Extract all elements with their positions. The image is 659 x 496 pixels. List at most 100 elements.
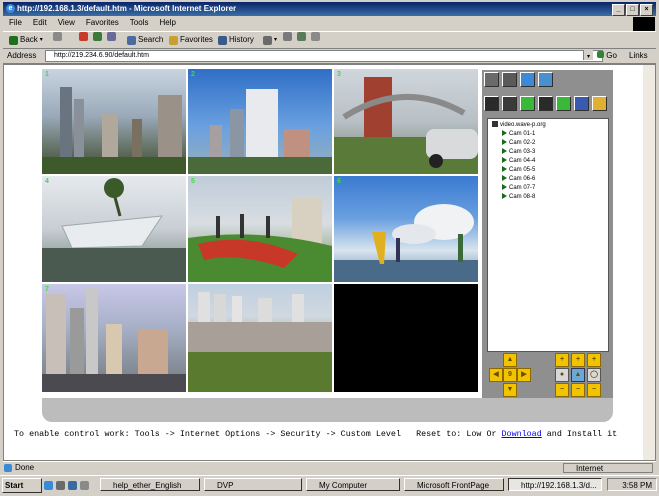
ptz-center-button[interactable]: 9	[503, 368, 517, 382]
status-bar: Done Internet	[3, 461, 656, 474]
title-bar: e http://192.168.1.3/default.htm - Micro…	[3, 2, 656, 16]
menu-help[interactable]: Help	[159, 17, 175, 29]
tree-root-label: video.wave-p.org	[500, 122, 546, 128]
tree-item-cam-5[interactable]: Cam 05-5	[502, 166, 535, 174]
edit-button[interactable]	[297, 32, 306, 41]
camera-play-icon	[502, 193, 507, 200]
start-button[interactable]: Start	[2, 478, 42, 493]
camera-number-3: 3	[337, 71, 341, 78]
mail-button[interactable]: ▾	[263, 32, 277, 48]
pan-right-button[interactable]: ▶	[517, 368, 531, 382]
pan-left-button[interactable]: ◀	[489, 368, 503, 382]
favorites-icon	[169, 35, 178, 45]
address-input[interactable]: http://219.234.6.90/default.htm	[45, 50, 603, 62]
tree-item-label: Cam 07-7	[509, 185, 536, 191]
vertical-scrollbar[interactable]	[643, 65, 655, 460]
back-button[interactable]: Back ▾	[9, 32, 43, 48]
home-view-icon[interactable]	[538, 72, 553, 87]
camera-image-4	[42, 178, 186, 282]
task-frontpage[interactable]: Microsoft FrontPage	[404, 478, 504, 491]
iris-close-button[interactable]: −	[587, 383, 601, 397]
camera-tile-7[interactable]: 7	[42, 284, 186, 392]
tree-item-cam-7[interactable]: Cam 07-7	[502, 184, 535, 192]
search-label: Search	[138, 35, 164, 44]
toolbar: Back ▾ Search Favorites History ▾	[3, 31, 656, 49]
camera-play-icon	[502, 130, 507, 137]
view-single-icon[interactable]	[484, 96, 499, 111]
print-icon	[283, 32, 292, 41]
browser-window: e http://192.168.1.3/default.htm - Micro…	[0, 0, 659, 496]
menu-edit[interactable]: Edit	[33, 17, 47, 29]
camera-tile-5[interactable]: 5	[188, 176, 332, 282]
tree-item-cam-3[interactable]: Cam 03-3	[502, 148, 535, 156]
camera-play-icon	[502, 175, 507, 182]
home-button[interactable]	[107, 32, 116, 41]
go-button[interactable]: Go	[597, 48, 617, 63]
forward-button[interactable]	[53, 32, 62, 41]
focus-in-button[interactable]: +	[571, 353, 585, 367]
layout-icon[interactable]	[484, 72, 499, 87]
address-dropdown-icon[interactable]: ▾	[583, 50, 593, 60]
camera-tile-1[interactable]: 1	[42, 69, 186, 174]
menu-favorites[interactable]: Favorites	[86, 17, 119, 29]
pan-up-button[interactable]: ▲	[503, 353, 517, 367]
quicklaunch-outlook-icon[interactable]	[68, 481, 77, 490]
task-dvp[interactable]: DVP	[204, 478, 302, 491]
tree-item-cam-6[interactable]: Cam 06-6	[502, 175, 535, 183]
zone-label: Internet	[576, 464, 604, 473]
iris-open-button[interactable]: +	[587, 353, 601, 367]
camera-number-4: 4	[45, 178, 49, 185]
task-help-ether[interactable]: help_ether_English	[100, 478, 200, 491]
refresh-button[interactable]	[93, 32, 102, 41]
close-button[interactable]: ×	[640, 4, 653, 16]
view-nine-icon[interactable]	[520, 96, 535, 111]
print-button[interactable]	[283, 32, 292, 41]
quicklaunch-desktop-icon[interactable]	[56, 481, 65, 490]
folder-icon[interactable]	[592, 96, 607, 111]
viewer-footer	[42, 398, 613, 422]
instructions-text: To enable control work: Tools -> Interne…	[14, 429, 617, 439]
camera-tile-4[interactable]: 4	[42, 176, 186, 282]
focus-out-button[interactable]: −	[571, 383, 585, 397]
menu-file[interactable]: File	[9, 17, 22, 29]
zoom-out-button[interactable]: −	[555, 383, 569, 397]
links-button[interactable]: Links	[629, 48, 648, 63]
camera-image-6	[334, 204, 478, 282]
camera-tile-6[interactable]: 6	[334, 176, 478, 282]
stop-button[interactable]	[79, 32, 88, 41]
tree-item-cam-2[interactable]: Cam 02-2	[502, 139, 535, 147]
minimize-button[interactable]: _	[612, 4, 625, 16]
maximize-button[interactable]: □	[626, 4, 639, 16]
history-button[interactable]: History	[218, 32, 254, 48]
favorites-button[interactable]: Favorites	[169, 32, 213, 48]
camera-tile-3[interactable]: 3	[334, 69, 478, 174]
edit-icon	[297, 32, 306, 41]
menu-view[interactable]: View	[58, 17, 75, 29]
discuss-button[interactable]	[311, 32, 320, 41]
quicklaunch-misc-icon[interactable]	[80, 481, 89, 490]
camera-tile-2[interactable]: 2	[188, 69, 332, 174]
start-label: Start	[5, 481, 24, 490]
tree-root[interactable]: video.wave-p.org	[492, 121, 546, 129]
pan-down-button[interactable]: ▼	[503, 383, 517, 397]
quicklaunch-ie-icon[interactable]	[44, 481, 53, 490]
menu-tools[interactable]: Tools	[130, 17, 149, 29]
search-button[interactable]: Search	[127, 32, 163, 48]
window-icon[interactable]	[520, 72, 535, 87]
tree-item-cam-1[interactable]: Cam 01-1	[502, 130, 535, 138]
download-link[interactable]: Download	[502, 429, 542, 439]
view-quad-icon[interactable]	[502, 96, 517, 111]
view-sixteen-icon[interactable]	[538, 96, 553, 111]
server-icon	[492, 121, 498, 128]
search-view-icon[interactable]	[574, 96, 589, 111]
task-ie-window[interactable]: http://192.168.1.3/d...	[508, 478, 602, 491]
zoom-in-button[interactable]: +	[555, 353, 569, 367]
view-full-icon[interactable]	[556, 96, 571, 111]
tree-item-cam-8[interactable]: Cam 08-8	[502, 193, 535, 201]
tree-item-cam-4[interactable]: Cam 04-4	[502, 157, 535, 165]
camera-tile-empty[interactable]	[334, 284, 478, 392]
task-my-computer[interactable]: My Computer	[306, 478, 400, 491]
camera-tile-8[interactable]	[188, 284, 332, 392]
tools-icon[interactable]	[502, 72, 517, 87]
camera-number-1: 1	[45, 71, 49, 78]
